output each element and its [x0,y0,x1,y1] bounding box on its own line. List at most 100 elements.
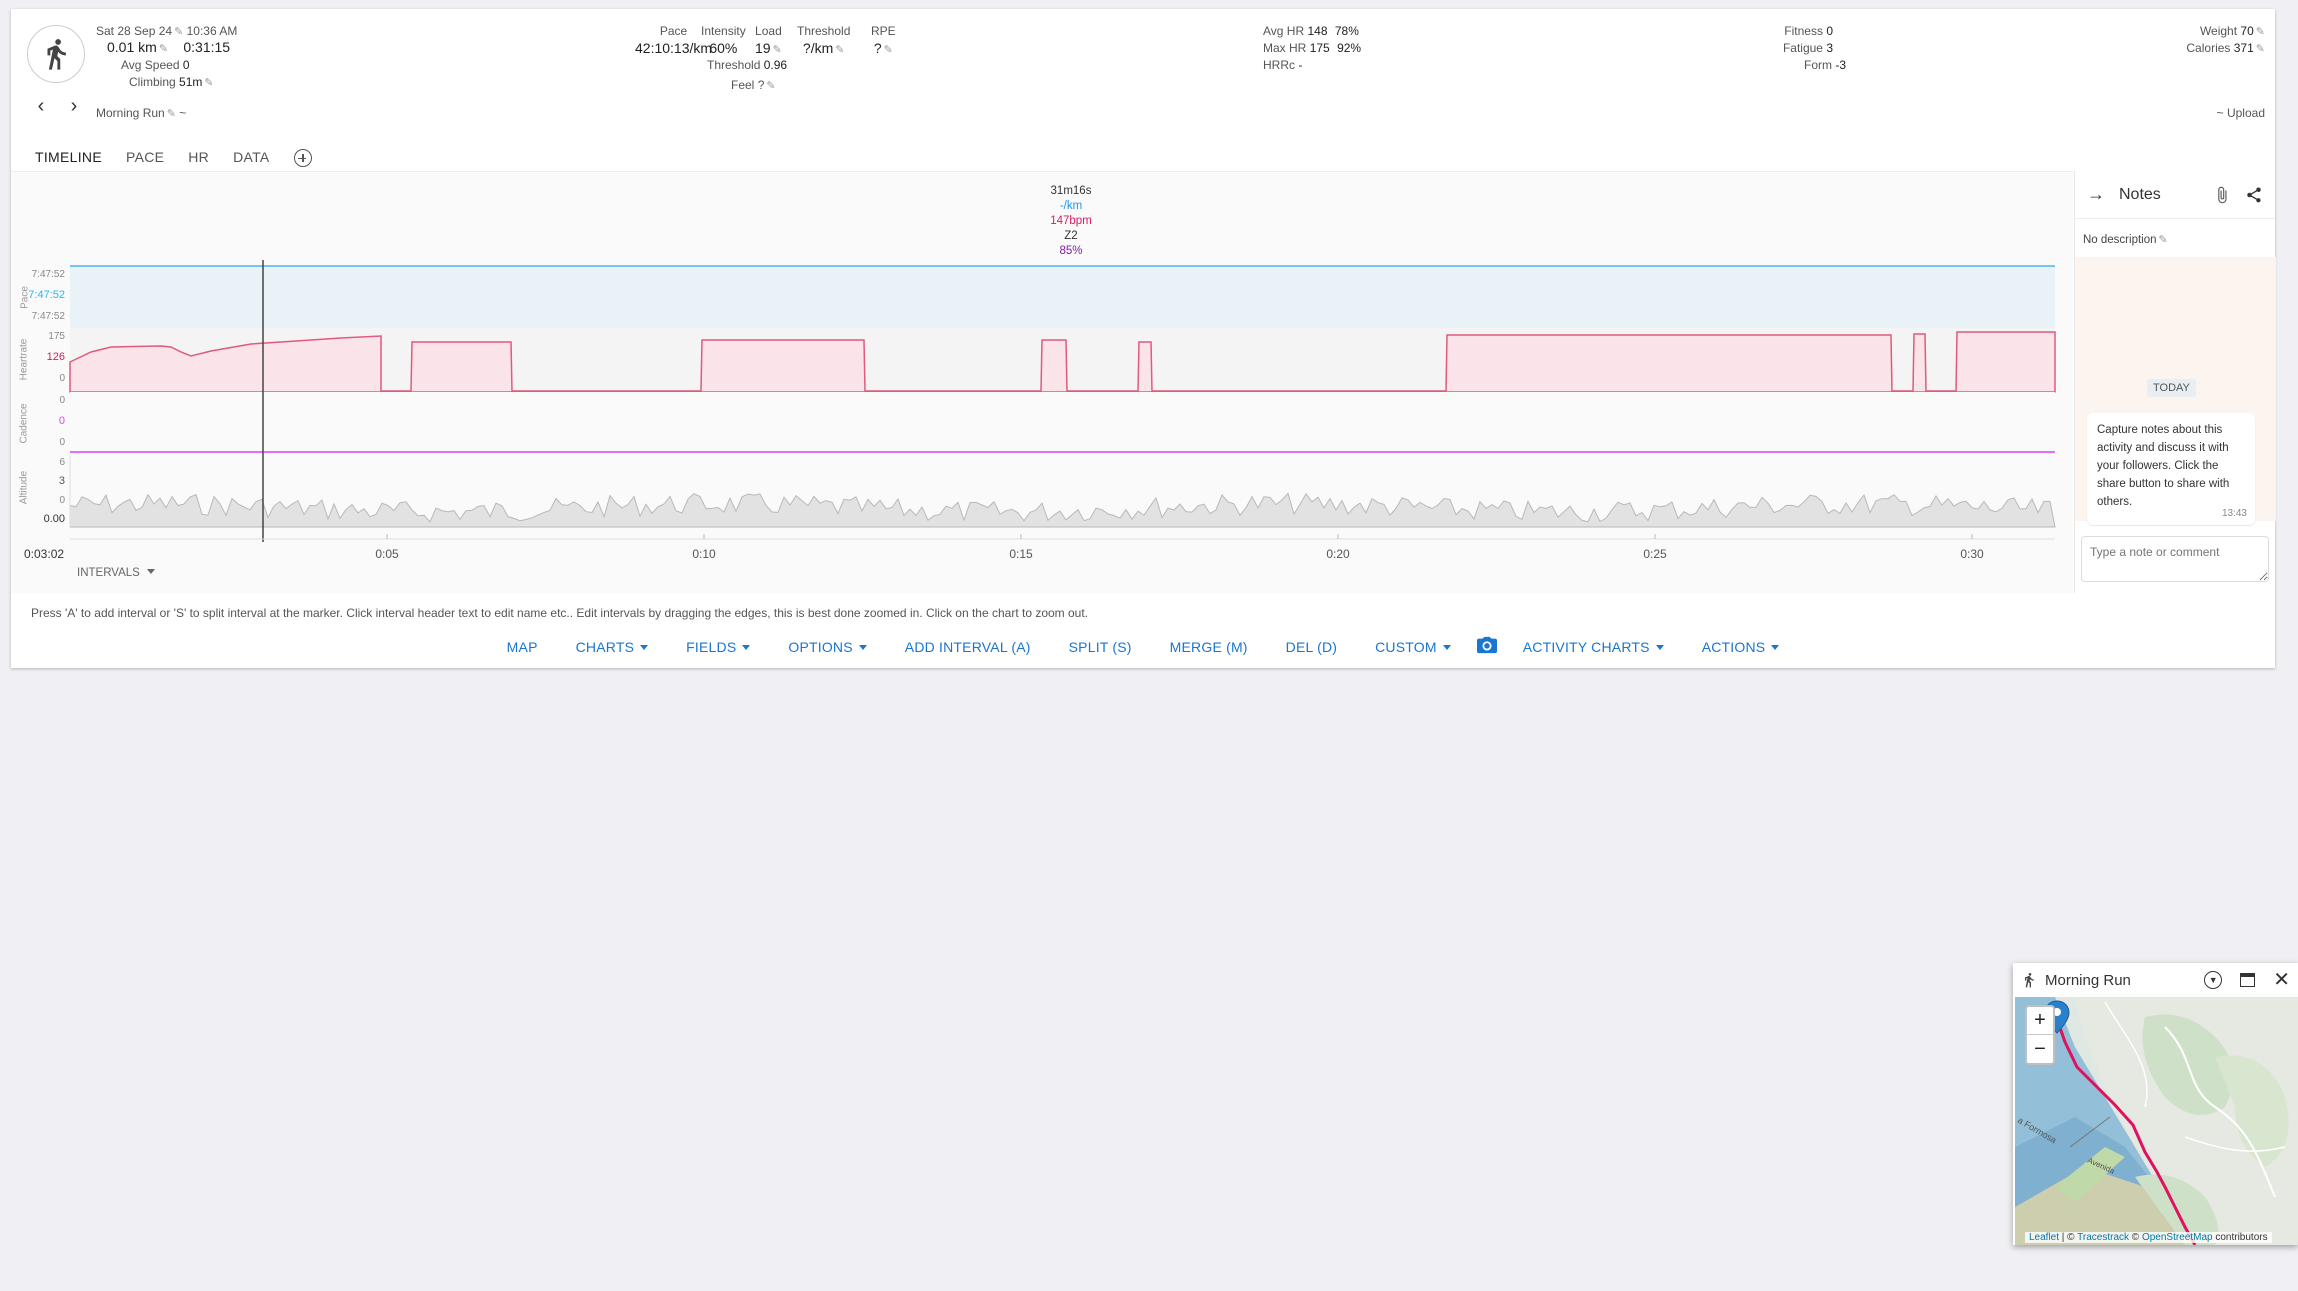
fields-button-label: FIELDS [686,638,737,655]
upload-link[interactable]: ~ Upload [2151,105,2265,122]
threshold2-label: Threshold [707,58,761,72]
route-map[interactable]: a Formosa Avenida + − Leaflet | © Traces… [2015,997,2298,1245]
custom-button[interactable]: CUSTOM [1356,639,1470,655]
map-popup-header[interactable]: Morning Run ▼ ✕ [2013,963,2298,997]
description-field[interactable]: No description ✎ [2083,233,2168,246]
distance-value: 0.01 km [107,39,157,55]
next-activity-button[interactable]: › [62,95,86,118]
time-axis-tick-label: 0:30 [1960,547,1984,561]
zoom-in-button[interactable]: + [2027,1007,2053,1035]
merge-button[interactable]: MERGE (M) [1151,639,1267,655]
pace-track-label: Pace [19,286,31,309]
map-attribution: Leaflet | © Tracestrack © OpenStreetMap … [2025,1232,2272,1243]
edit-icon[interactable]: ✎ [884,44,893,56]
edit-icon[interactable]: ✎ [167,108,176,120]
camera-button[interactable] [1470,635,1504,658]
threshold-value: ?/km [802,40,834,56]
fatigue-label: Fatigue [1782,41,1823,55]
edit-icon[interactable]: ✎ [835,44,844,56]
actions-button[interactable]: ACTIONS [1683,639,1799,655]
caret-down-icon [742,644,751,650]
rpe-value: ? [873,40,882,56]
maximize-icon[interactable] [2240,973,2256,987]
cursor-pct: 85% [1059,245,1083,257]
intervals-dropdown[interactable]: INTERVALS [77,567,156,579]
map-button[interactable]: MAP [488,639,557,655]
time-axis-ticks [386,534,1973,539]
zoom-out-button[interactable]: − [2027,1035,2053,1063]
osm-link[interactable]: OpenStreetMap [2142,1232,2213,1243]
split-button[interactable]: SPLIT (S) [1050,639,1151,655]
add-tab-icon[interactable] [293,149,312,167]
intervals-label: INTERVALS [77,567,140,579]
calories-label: Calories [2186,41,2231,55]
timeline-chart[interactable]: 31m16s -/km 147bpm Z2 85% 7:47:52 7:47:5… [11,171,2073,593]
activity-charts-button[interactable]: ACTIVITY CHARTS [1504,639,1683,655]
heartrate-track-label: Heartrate [18,338,30,381]
edit-icon[interactable]: ✎ [174,26,183,38]
chevron-down-icon [147,569,156,574]
activity-name[interactable]: Morning Run ✎ ~ [96,105,186,123]
cursor-zone: Z2 [1064,230,1078,242]
altitude-track-label: Altitude [18,470,30,505]
map-button-label: MAP [506,638,538,655]
charts-button-label: CHARTS [575,638,635,655]
feel-field[interactable]: Feel ? ✎ [731,77,776,95]
edit-icon[interactable]: ✎ [204,77,213,89]
avg-hr-pct: 78% [1334,24,1359,38]
previous-activity-button[interactable]: ‹ [29,95,53,118]
action-toolbar: MAP CHARTS FIELDS OPTIONS ADD INTERVAL (… [11,635,2275,658]
max-hr-label: Max HR [1263,41,1307,55]
max-hr-value: 175 [1309,41,1330,55]
camera-icon [1476,636,1497,654]
load-label: Load [755,24,782,38]
map-popup: Morning Run ▼ ✕ a Formosa Avenida + − Le… [2013,963,2298,1245]
weight-value: 70 [2240,24,2254,38]
add-interval-button[interactable]: ADD INTERVAL (A) [886,639,1050,655]
activity-name-text: Morning Run [96,106,165,120]
edit-icon[interactable]: ✎ [2159,234,2168,246]
attachment-icon[interactable] [2213,186,2231,204]
avg-hr-label: Avg HR [1263,24,1305,38]
no-description-text: No description [2083,234,2157,246]
hrrc-label: HRRc [1263,58,1295,72]
options-button[interactable]: OPTIONS [769,639,885,655]
edit-icon[interactable]: ✎ [2256,43,2265,55]
delete-button[interactable]: DEL (D) [1267,639,1356,655]
tracestrack-link[interactable]: Tracestrack [2077,1232,2129,1243]
edit-icon[interactable]: ✎ [766,80,775,92]
altitude-series [69,492,2056,528]
hrrc-value: - [1298,58,1303,72]
cursor-pace: -/km [1059,200,1083,212]
route-map-svg[interactable]: a Formosa Avenida [2015,997,2298,1245]
close-icon[interactable]: ✕ [2273,970,2290,990]
threshold-label: Threshold [797,24,851,38]
name-suffix: ~ [179,106,187,120]
charts-button[interactable]: CHARTS [557,639,668,655]
split-label: SPLIT (S) [1068,638,1132,655]
notes-thread: TODAY Capture notes about this activity … [2075,257,2276,525]
attribution-osm-prefix: © [2129,1232,2142,1243]
collapse-icon[interactable]: ▼ [2204,971,2223,989]
avg-hr-value: 148 [1307,24,1328,38]
activity-card: Sat 28 Sep 24 ✎ 10:36 AM 0.01 km ✎ 0:31:15… [11,9,2276,668]
delete-label: DEL (D) [1285,638,1338,655]
cursor-info: 31m16s -/km 147bpm Z2 85% [1011,184,1131,259]
edit-icon[interactable]: ✎ [159,43,168,55]
caret-down-icon [1442,644,1451,650]
leaflet-link[interactable]: Leaflet [2029,1232,2059,1243]
fields-button[interactable]: FIELDS [667,639,769,655]
arrow-right-icon[interactable]: → [2087,184,2105,205]
note-input[interactable] [2081,536,2269,582]
activity-type-avatar[interactable] [27,25,85,83]
caret-down-icon [858,644,867,650]
share-icon[interactable] [2245,186,2263,204]
note-message-time: 13:43 [2221,508,2247,519]
max-hr-pct: 92% [1337,41,1362,55]
heartrate-series [69,331,2056,393]
edit-icon[interactable]: ✎ [2256,26,2265,38]
time-axis-tick-label: 0:20 [1326,547,1350,561]
edit-icon[interactable]: ✎ [773,44,782,56]
time-axis-tick-label: 0:10 [692,547,716,561]
intensity-label: Intensity [701,24,746,38]
